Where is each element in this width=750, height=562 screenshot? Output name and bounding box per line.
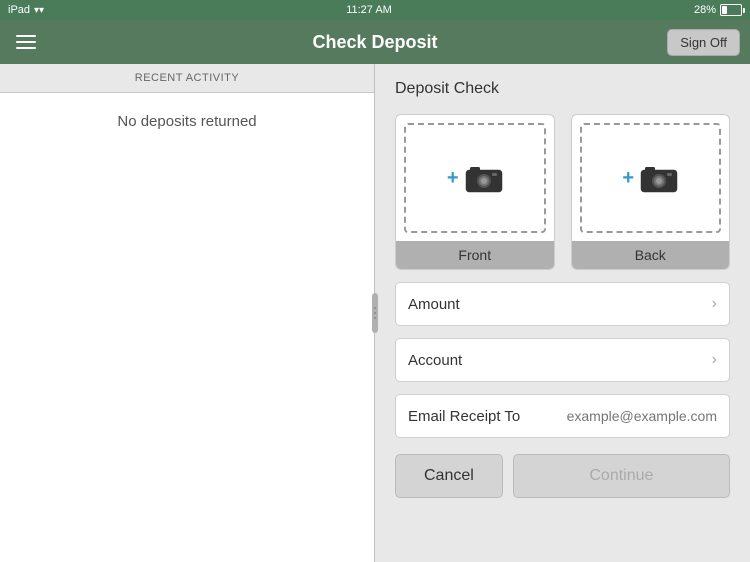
cancel-button[interactable]: Cancel [395, 454, 503, 498]
left-panel: RECENT ACTIVITY No deposits returned [0, 64, 375, 562]
plus-icon: + [447, 167, 459, 190]
back-card-label: Back [572, 241, 730, 269]
drag-handle [372, 293, 378, 333]
recent-activity-header: RECENT ACTIVITY [0, 64, 374, 93]
front-card: + Front [395, 114, 555, 270]
device-label: iPad [8, 4, 30, 16]
amount-chevron-icon: › [712, 295, 717, 313]
camera-icon-back [640, 163, 678, 193]
wifi-icon: ▾▾ [34, 5, 44, 16]
camera-icon [465, 163, 503, 193]
front-camera-button[interactable]: + [404, 123, 546, 233]
drag-handle-area[interactable] [368, 64, 382, 562]
email-input[interactable] [528, 408, 717, 424]
battery-percent: 28% [694, 4, 716, 16]
right-panel: Deposit Check + [375, 64, 750, 562]
plus-icon-back: + [622, 167, 634, 190]
status-right: 28% [694, 4, 742, 16]
front-camera-icon-group: + [447, 163, 503, 193]
account-label: Account [408, 352, 712, 369]
back-card: + Back [571, 114, 731, 270]
battery-icon [720, 4, 742, 16]
main-layout: RECENT ACTIVITY No deposits returned Dep… [0, 64, 750, 562]
amount-label: Amount [408, 296, 712, 313]
time-label: 11:27 AM [346, 4, 392, 16]
amount-field[interactable]: Amount › [395, 282, 730, 326]
nav-bar: Check Deposit Sign Off [0, 20, 750, 64]
back-camera-icon-group: + [622, 163, 678, 193]
deposit-check-title: Deposit Check [395, 80, 730, 98]
back-camera-button[interactable]: + [580, 123, 722, 233]
sign-off-button[interactable]: Sign Off [667, 29, 740, 56]
page-title: Check Deposit [312, 32, 437, 53]
account-chevron-icon: › [712, 351, 717, 369]
email-label: Email Receipt To [408, 408, 520, 425]
continue-button[interactable]: Continue [513, 454, 730, 498]
hamburger-button[interactable] [10, 29, 42, 55]
account-field[interactable]: Account › [395, 338, 730, 382]
email-receipt-field: Email Receipt To [395, 394, 730, 438]
status-bar: iPad ▾▾ 11:27 AM 28% [0, 0, 750, 20]
status-left: iPad ▾▾ [8, 4, 44, 16]
camera-cards: + Front [395, 114, 730, 270]
no-deposits-message: No deposits returned [0, 93, 374, 562]
front-card-label: Front [396, 241, 554, 269]
buttons-row: Cancel Continue [395, 454, 730, 498]
